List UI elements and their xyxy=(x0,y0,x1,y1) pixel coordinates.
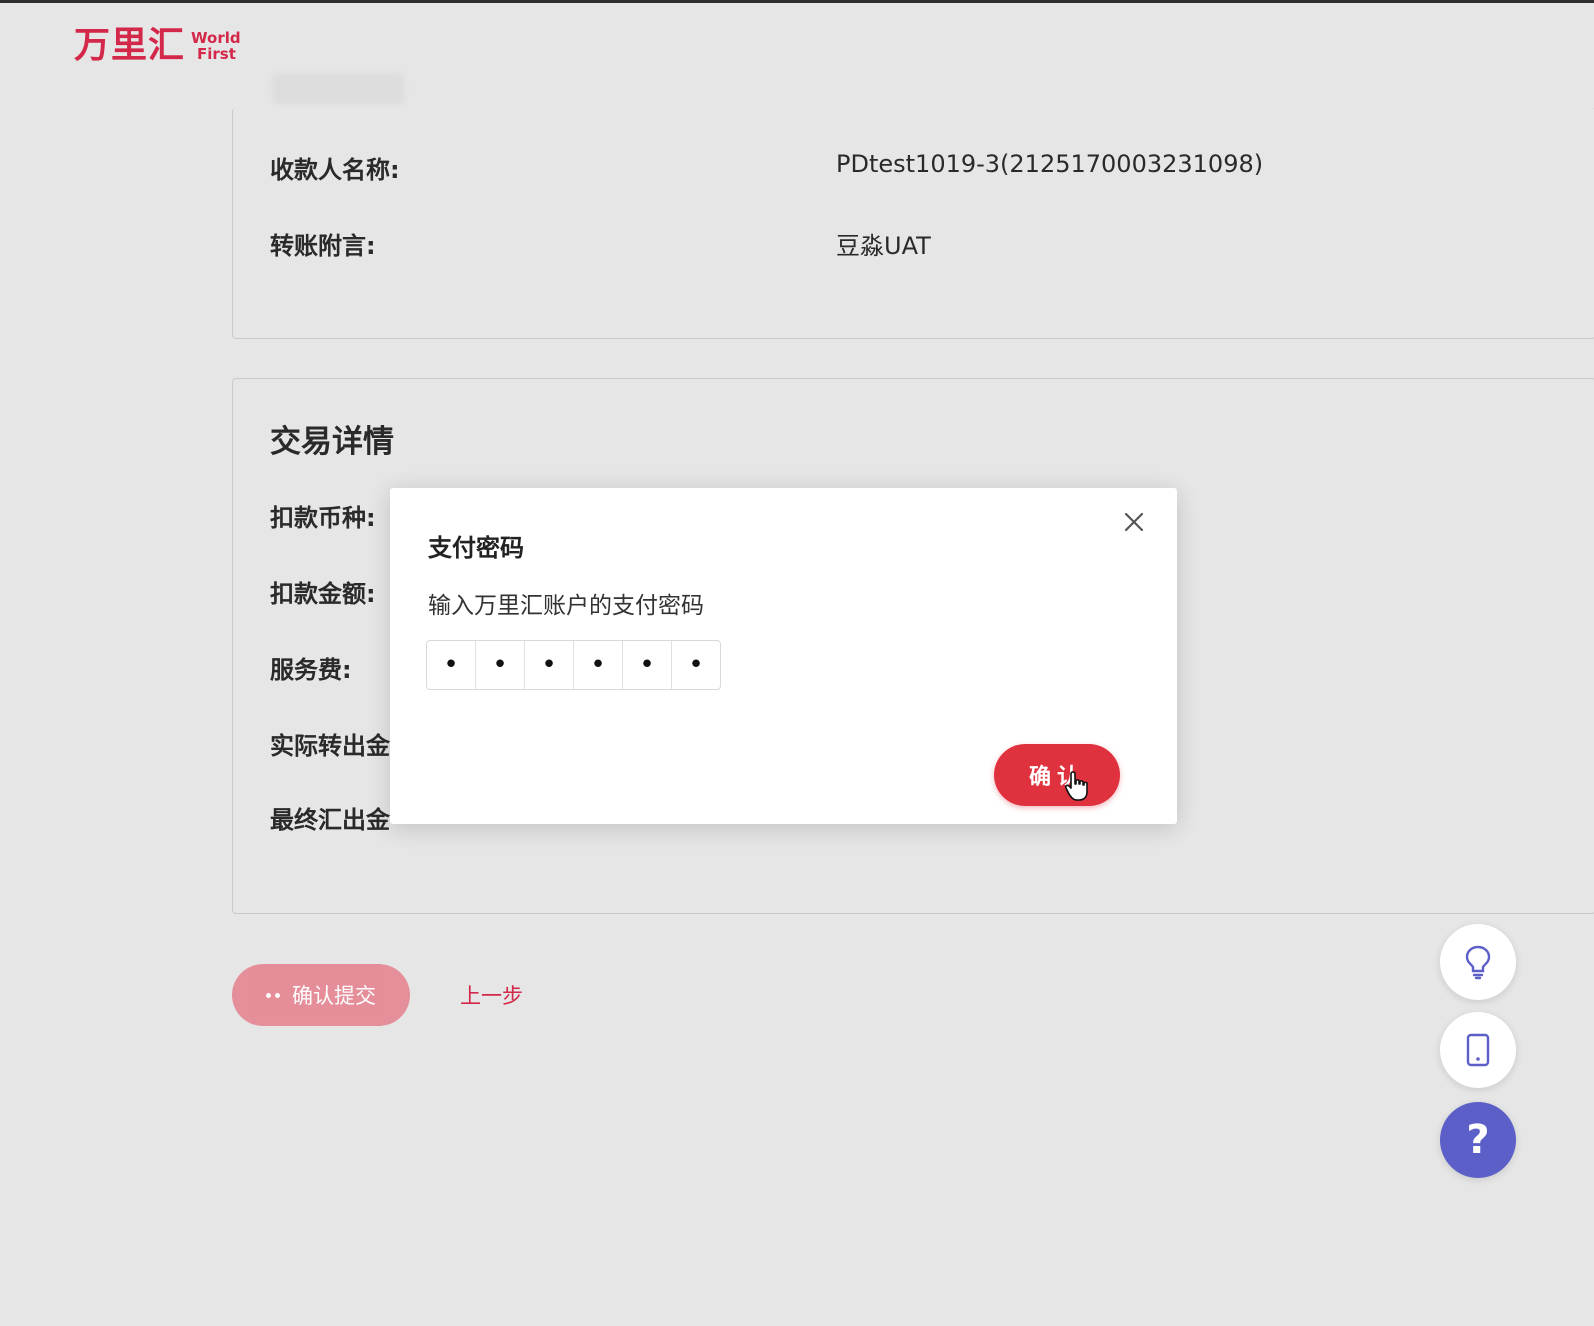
lightbulb-icon xyxy=(1465,945,1491,980)
brand-name-en-line2: First xyxy=(197,45,236,63)
service-fee-label: 服务费: xyxy=(270,656,352,684)
blurred-section-heading xyxy=(272,74,404,104)
brand-logo: 万里汇 World First xyxy=(74,28,241,64)
pin-digit-2[interactable]: • xyxy=(476,641,525,689)
pin-digit-6[interactable]: • xyxy=(672,641,720,689)
final-remit-amount-label: 最终汇出金 xyxy=(270,806,390,834)
brand-name-cn: 万里汇 xyxy=(74,25,186,66)
mobile-icon xyxy=(1466,1033,1490,1067)
pin-digit-3[interactable]: • xyxy=(525,641,574,689)
loading-dots-icon xyxy=(266,992,280,998)
payment-password-input[interactable]: • • • • • • xyxy=(426,640,721,690)
payee-name-label: 收款人名称: xyxy=(270,156,400,184)
transfer-note-value: 豆淼UAT xyxy=(836,232,931,260)
help-button[interactable]: ? xyxy=(1440,1102,1516,1178)
debit-amount-label: 扣款金额: xyxy=(270,580,376,608)
payee-info-card xyxy=(232,108,1594,339)
pin-digit-5[interactable]: • xyxy=(623,641,672,689)
mobile-app-button[interactable] xyxy=(1440,1012,1516,1088)
help-icon: ? xyxy=(1466,1117,1490,1163)
actual-transfer-amount-label: 实际转出金 xyxy=(270,732,390,760)
payment-password-dialog: 支付密码 输入万里汇账户的支付密码 • • • • • • 确认 xyxy=(390,488,1177,824)
debit-currency-label: 扣款币种: xyxy=(270,504,376,532)
transfer-note-label: 转账附言: xyxy=(270,232,376,260)
hand-cursor-icon xyxy=(1064,771,1088,801)
transaction-details-title: 交易详情 xyxy=(270,424,394,460)
dialog-subtitle: 输入万里汇账户的支付密码 xyxy=(428,593,704,619)
tips-button[interactable] xyxy=(1440,924,1516,1000)
pin-digit-4[interactable]: • xyxy=(574,641,623,689)
previous-step-link[interactable]: 上一步 xyxy=(460,980,523,1010)
confirm-submit-button[interactable]: 确认提交 xyxy=(232,964,410,1026)
brand-name-en: World First xyxy=(191,30,241,62)
payee-name-value: PDtest1019-3(2125170003231098) xyxy=(836,150,1264,178)
pin-digit-1[interactable]: • xyxy=(427,641,476,689)
confirm-submit-label: 确认提交 xyxy=(292,984,376,1008)
close-icon[interactable] xyxy=(1122,510,1146,534)
dialog-title: 支付密码 xyxy=(428,534,524,562)
brand-name-en-line1: World xyxy=(191,29,241,47)
dialog-confirm-button[interactable]: 确认 xyxy=(994,744,1120,806)
